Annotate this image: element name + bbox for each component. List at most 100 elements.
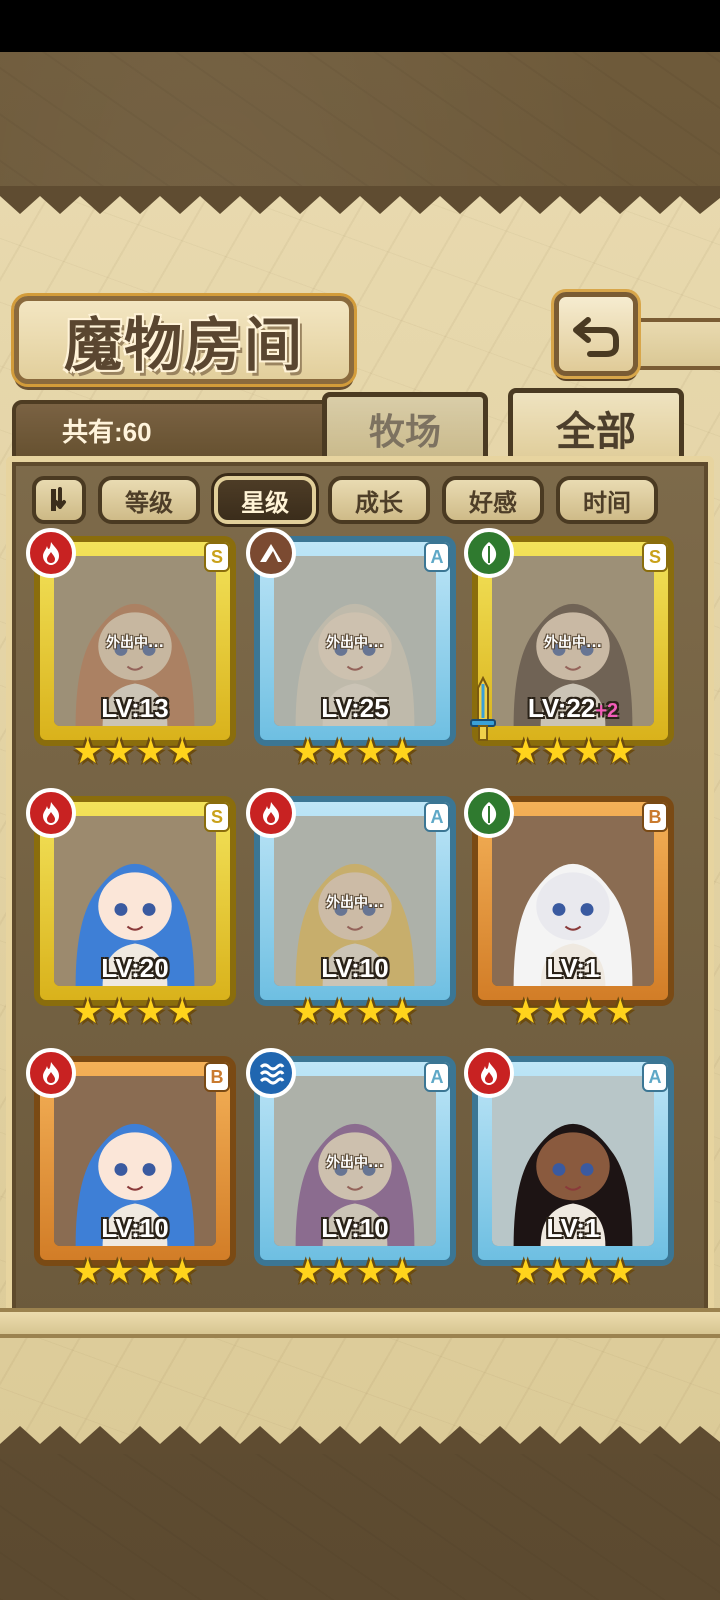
element-fire-icon: [246, 788, 296, 838]
card-portrait-area: LV:20: [54, 816, 216, 986]
monster-card[interactable]: 外出中... LV:13 S ★ ★ ★ ★: [26, 528, 236, 774]
star-icon: ★: [166, 1252, 198, 1292]
leaf-icon: [481, 802, 497, 825]
fire-icon: [481, 1062, 497, 1085]
monster-level: LV:10: [321, 953, 389, 983]
rank-badge: A: [424, 802, 450, 832]
torn-edge-top: [0, 186, 720, 214]
monster-level: LV:1: [546, 953, 600, 983]
fire-icon: [43, 542, 59, 565]
away-status: 外出中...: [326, 895, 384, 911]
monster-level: LV:10: [101, 1213, 169, 1243]
element-fire-icon: [464, 1048, 514, 1098]
level-bonus: +2: [595, 700, 619, 722]
rank-badge: A: [424, 1062, 450, 1092]
element-earth-icon: [246, 528, 296, 578]
element-fire-icon: [26, 1048, 76, 1098]
star-icon: ★: [510, 732, 542, 772]
star-icon: ★: [104, 1252, 135, 1292]
monster-card[interactable]: LV:20 S ★ ★ ★ ★: [26, 788, 236, 1034]
monster-card[interactable]: 外出中... LV:22+2 S ★ ★ ★ ★: [464, 528, 674, 774]
star-rating: ★ ★ ★ ★: [290, 992, 420, 1032]
star-icon: ★: [135, 992, 166, 1032]
star-icon: ★: [355, 732, 386, 772]
element-leaf-icon: [464, 788, 514, 838]
star-icon: ★: [355, 1252, 386, 1292]
monster-card[interactable]: 外出中... LV:25 A ★ ★ ★ ★: [246, 528, 456, 774]
star-rating: ★ ★ ★ ★: [290, 732, 420, 772]
monster-level: LV:1: [546, 1213, 600, 1243]
element-leaf-icon: [464, 528, 514, 578]
star-icon: ★: [166, 992, 198, 1032]
monster-level: LV:10: [321, 1213, 389, 1243]
rank-badge: S: [204, 802, 230, 832]
element-fire-icon: [26, 788, 76, 838]
page-title: 魔物房间: [63, 311, 304, 379]
monster-card[interactable]: LV:1 B ★ ★ ★ ★: [464, 788, 674, 1034]
star-icon: ★: [542, 732, 573, 772]
card-portrait-area: LV:1: [492, 1076, 654, 1246]
star-icon: ★: [292, 992, 324, 1032]
leaf-icon: [481, 542, 497, 565]
card-portrait-area: 外出中... LV:10: [274, 1076, 436, 1246]
star-icon: ★: [324, 732, 355, 772]
rank-badge: S: [204, 542, 230, 572]
monster-card[interactable]: 外出中... LV:10 A ★ ★ ★ ★: [246, 1048, 456, 1294]
back-button[interactable]: [554, 292, 638, 376]
star-icon: ★: [72, 992, 104, 1032]
rank-badge: A: [424, 542, 450, 572]
rank-badge: B: [642, 802, 668, 832]
star-icon: ★: [604, 732, 636, 772]
star-icon: ★: [72, 732, 104, 772]
back-button-rail: [634, 318, 720, 370]
star-icon: ★: [510, 992, 542, 1032]
card-portrait-area: 外出中... LV:10: [274, 816, 436, 986]
filter-time[interactable]: 时间: [556, 476, 658, 524]
star-icon: ★: [386, 992, 418, 1032]
monster-card[interactable]: LV:1 A ★ ★ ★ ★: [464, 1048, 674, 1294]
star-icon: ★: [386, 732, 418, 772]
star-icon: ★: [166, 732, 198, 772]
element-water-icon: [246, 1048, 296, 1098]
star-rating: ★ ★ ★ ★: [508, 992, 638, 1032]
star-rating: ★ ★ ★ ★: [70, 992, 200, 1032]
star-rating: ★ ★ ★ ★: [70, 732, 200, 772]
rank-badge: A: [642, 1062, 668, 1092]
card-portrait-area: LV:1: [492, 816, 654, 986]
monster-count: 共有:60: [62, 417, 152, 447]
earth-icon: [260, 544, 282, 562]
panel-bottom-rail: [0, 1308, 720, 1338]
element-fire-icon: [26, 528, 76, 578]
star-icon: ★: [72, 1252, 104, 1292]
star-icon: ★: [542, 992, 573, 1032]
monster-level: LV:25: [321, 693, 389, 723]
return-arrow-icon: [573, 317, 619, 357]
monster-level: LV:20: [101, 953, 169, 983]
star-icon: ★: [542, 1252, 573, 1292]
filter-level[interactable]: 等级: [98, 476, 200, 524]
star-icon: ★: [324, 1252, 355, 1292]
star-icon: ★: [510, 1252, 542, 1292]
card-portrait-area: 外出中... LV:25: [274, 556, 436, 726]
filter-growth[interactable]: 成长: [328, 476, 430, 524]
star-icon: ★: [355, 992, 386, 1032]
rank-badge: B: [204, 1062, 230, 1092]
monster-card[interactable]: LV:10 B ★ ★ ★ ★: [26, 1048, 236, 1294]
tab-ranch[interactable]: 牧场: [322, 392, 488, 466]
star-rating: ★ ★ ★ ★: [508, 1252, 638, 1292]
card-portrait-area: 外出中... LV:22+2: [492, 556, 654, 726]
star-icon: ★: [604, 1252, 636, 1292]
sort-toggle-icon: [51, 487, 66, 511]
filter-affection[interactable]: 好感: [442, 476, 544, 524]
monster-level: LV:22+2: [527, 693, 619, 723]
water-icon: [259, 1063, 285, 1085]
away-status: 外出中...: [326, 635, 384, 651]
star-icon: ★: [604, 992, 636, 1032]
fire-icon: [43, 1062, 59, 1085]
sort-order-toggle[interactable]: [32, 476, 86, 524]
fire-icon: [263, 802, 279, 825]
monster-card[interactable]: 外出中... LV:10 A ★ ★ ★ ★: [246, 788, 456, 1034]
star-icon: ★: [104, 992, 135, 1032]
filter-star[interactable]: 星级: [214, 476, 316, 524]
star-icon: ★: [573, 732, 604, 772]
